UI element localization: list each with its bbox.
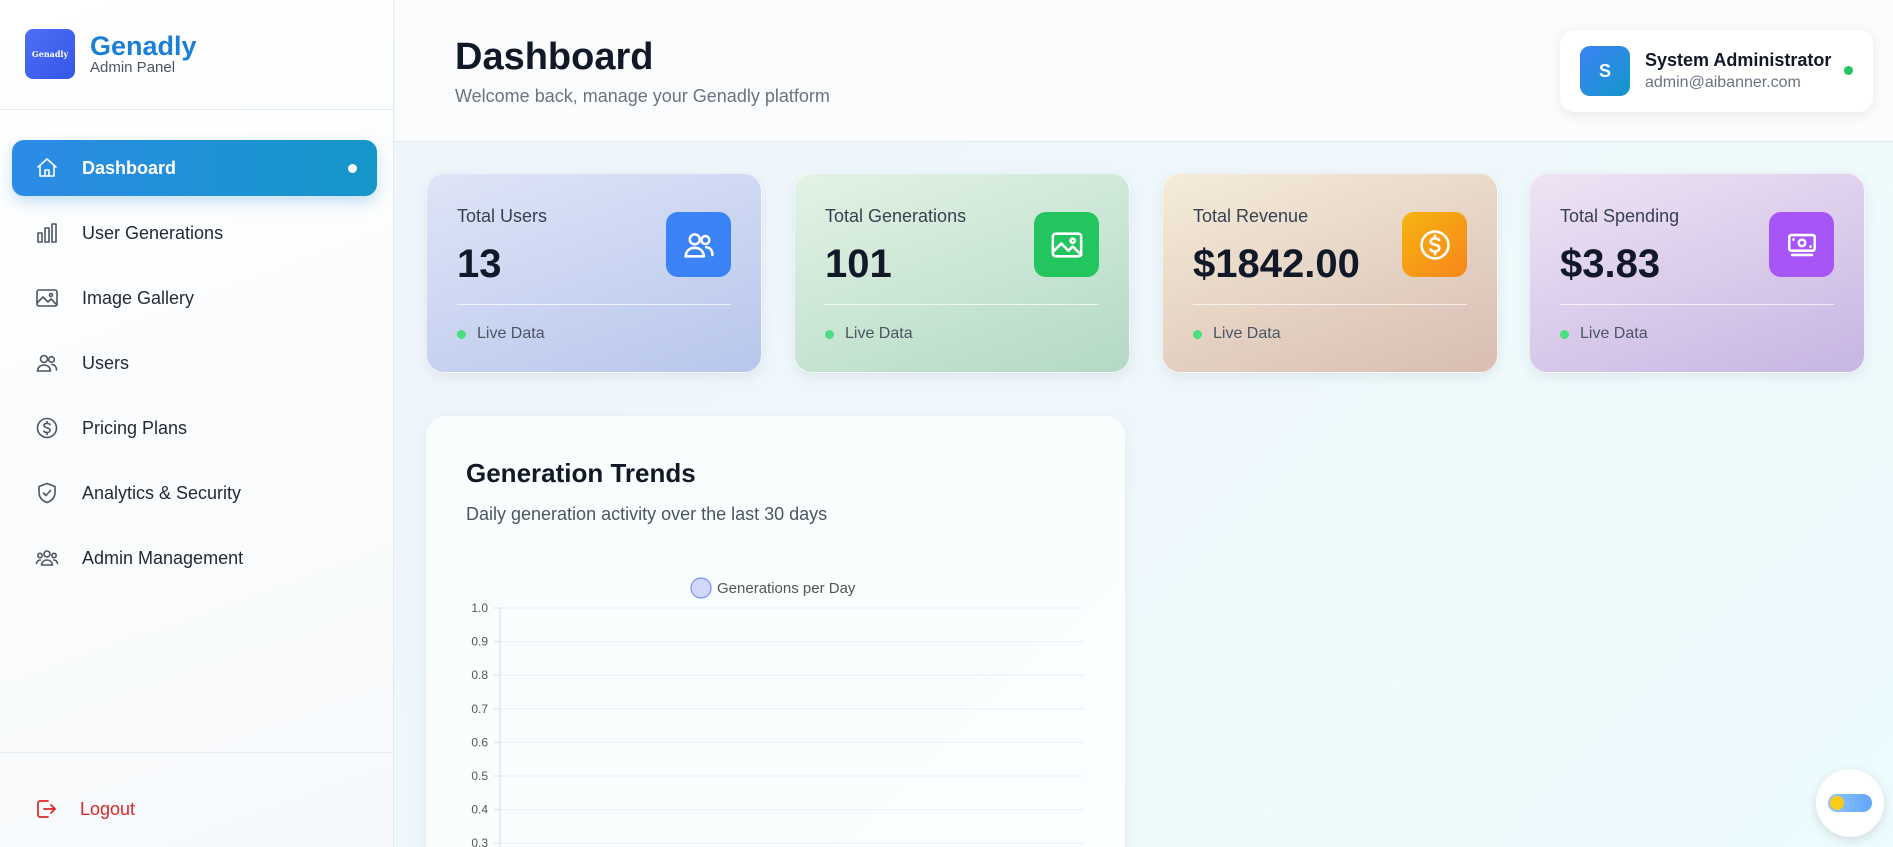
y-tick-label: 0.5 [471,769,488,783]
sidebar-item-admin-management[interactable]: Admin Management [12,530,377,586]
shield-check-icon [34,480,60,506]
bar-chart-icon [34,220,60,246]
y-tick-label: 0.9 [471,635,488,649]
sidebar-item-image-gallery[interactable]: Image Gallery [12,270,377,326]
stat-card-total-generations: Total Generations 101 Live Data [794,173,1130,373]
y-tick-label: 0.8 [471,668,488,682]
image-icon [34,285,60,311]
live-status: Live Data [825,325,913,343]
header: Dashboard Welcome back, manage your Gena… [395,0,1893,142]
theme-toggle-button[interactable] [1816,769,1884,837]
sidebar-nav: Dashboard User Generations Image Gallery… [12,140,377,595]
y-tick-label: 0.4 [471,803,488,817]
online-status-dot [1844,66,1853,75]
legend-label: Generations per Day [717,580,856,597]
generation-trends-card: Generation Trends Daily generation activ… [426,416,1125,847]
line-chart: Generations per Day 1.0 0.9 0.8 0.7 0.6 0.5 0.4… [471,577,1084,847]
money-icon [1769,212,1834,277]
toggle-knob [1830,796,1844,810]
avatar: S [1580,46,1630,96]
sidebar-item-label: User Generations [82,222,224,243]
stat-label: Total Spending [1560,206,1680,226]
live-dot [825,329,834,339]
stat-value: $1842.00 [1193,242,1360,286]
dollar-circle-icon [34,415,60,441]
live-dot [1560,329,1569,339]
divider [0,109,394,110]
sidebar-item-dashboard[interactable]: Dashboard [12,140,377,196]
divider [0,752,394,753]
stat-card-total-users: Total Users 13 Live Data [426,173,762,373]
stat-label: Total Generations [825,206,967,226]
divider [1560,304,1834,305]
sun-toggle-icon [1828,794,1872,812]
user-name: System Administrator [1645,50,1832,70]
logout-label: Logout [80,798,136,819]
sidebar-item-label: Analytics & Security [82,482,242,503]
brand-logo: Genadly [25,29,75,79]
stat-value: 13 [457,242,502,286]
live-status: Live Data [1560,325,1648,343]
divider [457,304,731,305]
live-label: Live Data [845,325,913,342]
sidebar: Genadly Genadly Admin Panel Dashboard Us… [0,0,394,847]
y-tick-label: 0.3 [471,836,488,847]
sidebar-item-label: Admin Management [82,547,244,568]
users-icon [34,350,60,376]
stat-card-total-spending: Total Spending $3.83 Live Data [1529,173,1865,373]
live-label: Live Data [477,325,545,342]
sidebar-item-analytics-security[interactable]: Analytics & Security [12,465,377,521]
sidebar-item-users[interactable]: Users [12,335,377,391]
page-subtitle: Welcome back, manage your Genadly platfo… [455,86,830,106]
sidebar-item-user-generations[interactable]: User Generations [12,205,377,261]
logout-icon [37,800,56,818]
y-tick-label: 0.6 [471,735,488,749]
live-status: Live Data [457,325,545,343]
stat-value: $3.83 [1560,242,1661,286]
active-indicator [348,164,357,173]
legend-marker [690,577,712,599]
users-icon [666,212,731,277]
y-tick-label: 1.0 [471,601,488,615]
brand-subtitle: Admin Panel [90,59,176,76]
stat-label: Total Revenue [1193,206,1309,226]
brand-name: Genadly [90,31,197,61]
page-title: Dashboard [455,36,654,78]
home-icon [34,155,60,181]
stat-value: 101 [825,242,892,286]
dollar-circle-icon [1402,212,1467,277]
user-profile-card[interactable]: S System Administrator admin@aibanner.co… [1560,30,1873,112]
sidebar-item-label: Image Gallery [82,287,195,308]
sidebar-item-label: Pricing Plans [82,417,188,438]
stat-card-total-revenue: Total Revenue $1842.00 Live Data [1162,173,1498,373]
live-label: Live Data [1213,325,1281,342]
image-icon [1034,212,1099,277]
live-status: Live Data [1193,325,1281,343]
divider [825,304,1099,305]
stat-label: Total Users [457,206,548,226]
sidebar-item-label: Dashboard [82,157,177,178]
live-dot [1193,329,1202,339]
live-dot [457,329,466,339]
sidebar-item-label: Users [82,352,130,373]
logout-button[interactable]: Logout [34,797,135,821]
brand[interactable]: Genadly Genadly Admin Panel [25,29,197,79]
sidebar-item-pricing-plans[interactable]: Pricing Plans [12,400,377,456]
live-label: Live Data [1580,325,1648,342]
y-tick-label: 0.7 [471,702,488,716]
divider [1193,304,1467,305]
team-icon [34,545,60,571]
user-email: admin@aibanner.com [1645,74,1801,91]
